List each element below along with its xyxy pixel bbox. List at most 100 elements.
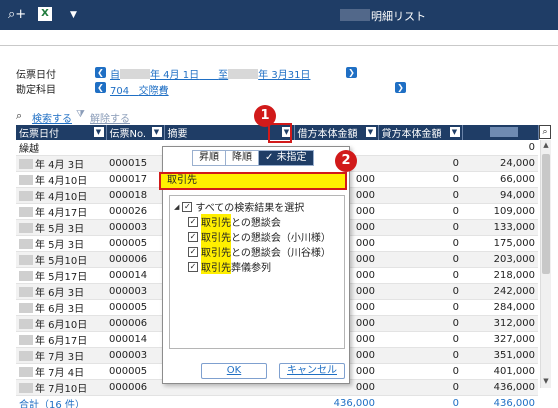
select-all-item[interactable]: ◢ ✓ すべての検索結果を選択 — [174, 199, 304, 214]
no-cell: 000003 — [106, 283, 164, 300]
year-mask — [19, 351, 33, 361]
date-cell: 年 7月 4日 — [16, 363, 106, 380]
checkbox-checked[interactable]: ✓ — [182, 201, 193, 212]
app-header: ⌕+ X ▼ 明細リスト — [0, 0, 558, 30]
date-from-prefix: 自 — [110, 70, 120, 81]
year-mask — [19, 303, 33, 313]
balance-cell: 401,000 — [462, 363, 538, 380]
filter-result-item[interactable]: ✓ 取引先 との懇談会（川谷様） — [188, 244, 331, 259]
date-cell: 年 6月 3日 — [16, 283, 106, 300]
chevron-right-icon[interactable]: ❯ — [395, 82, 406, 93]
column-header-balance[interactable] — [462, 125, 539, 140]
account-code: 704 — [110, 86, 130, 97]
date-separator: 至 — [218, 70, 229, 81]
date-cell: 年 6月 3日 — [16, 299, 106, 316]
sort-none-button[interactable]: ✓ 未指定 — [258, 150, 314, 166]
column-header-no[interactable]: 伝票No. ▼ — [106, 125, 165, 140]
excel-icon[interactable]: X — [38, 7, 52, 21]
balance-cell: 284,000 — [462, 299, 538, 316]
scroll-thumb[interactable] — [542, 154, 550, 274]
credit-cell: 0 — [378, 155, 462, 172]
sort-none-label: 未指定 — [276, 152, 307, 163]
date-text: 年 6月17日 — [35, 336, 88, 347]
account-link[interactable]: 704 交際費 — [110, 82, 169, 97]
total-label: 合計（16 件） — [16, 395, 106, 408]
item-label: との懇談会 — [231, 218, 281, 229]
date-from: 年 4月 1日 — [150, 70, 200, 81]
balance-cell: 351,000 — [462, 347, 538, 364]
dropdown-icon[interactable]: ▼ — [93, 127, 104, 137]
no-cell: 000005 — [106, 363, 164, 380]
dropdown-icon[interactable]: ▼ — [151, 127, 162, 137]
date-cell: 年 7月10日 — [16, 379, 106, 396]
dropdown-icon[interactable]: ▼ — [449, 127, 460, 137]
scroll-up-icon[interactable]: ▲ — [541, 140, 551, 150]
table-search-icon[interactable]: ⌕ — [539, 125, 551, 139]
search-button[interactable]: 検索する — [32, 110, 72, 125]
match-highlight: 取引先 — [201, 214, 231, 229]
column-header-credit[interactable]: 貸方本体金額 ▼ — [378, 125, 463, 140]
no-cell: 000003 — [106, 219, 164, 236]
date-range-link[interactable]: 自 年 4月 1日 至 年 3月31日 — [110, 66, 310, 81]
dropdown-icon[interactable]: ▼ — [365, 127, 376, 137]
filter-result-item[interactable]: ✓ 取引先 との懇談会 — [188, 214, 281, 229]
total-balance: 436,000 — [462, 395, 538, 408]
chevron-left-icon[interactable]: ❮ — [95, 82, 106, 93]
balance-cell: 203,000 — [462, 251, 538, 268]
credit-cell: 0 — [378, 251, 462, 268]
chevron-right-icon[interactable]: ❯ — [346, 67, 357, 78]
checkbox-checked[interactable]: ✓ — [188, 216, 198, 227]
column-header-debit[interactable]: 借方本体金額 ▼ — [294, 125, 379, 140]
date-cell: 年 5月10日 — [16, 251, 106, 268]
match-highlight: 取引先 — [201, 244, 231, 259]
total-row: 合計（16 件） 436,000 0 436,000 — [16, 395, 538, 408]
scroll-down-icon[interactable]: ▼ — [541, 376, 551, 386]
sub-bar — [0, 30, 558, 46]
year-mask — [19, 191, 33, 201]
header-mask — [489, 126, 518, 137]
cancel-button[interactable]: キャンセル — [279, 363, 345, 379]
credit-cell: 0 — [378, 267, 462, 284]
search-plus-icon[interactable]: ⌕+ — [8, 7, 26, 23]
date-text: 年 7月 4日 — [35, 368, 85, 379]
year-mask — [228, 69, 259, 79]
column-label: 摘要 — [167, 129, 188, 140]
date-text: 年 7月 3日 — [35, 352, 85, 363]
no-cell: 000017 — [106, 171, 164, 188]
date-text: 年 7月10日 — [35, 384, 88, 395]
ok-button[interactable]: OK — [201, 363, 267, 379]
clear-button[interactable]: 解除する — [90, 110, 130, 125]
checkbox-checked[interactable]: ✓ — [188, 246, 198, 257]
balance-cell: 312,000 — [462, 315, 538, 332]
carry-balance: 0 — [462, 140, 538, 156]
sort-asc-button[interactable]: 昇順 — [192, 150, 226, 166]
year-mask — [19, 335, 33, 345]
year-mask — [19, 255, 33, 265]
sort-desc-button[interactable]: 降順 — [225, 150, 259, 166]
balance-cell: 109,000 — [462, 203, 538, 220]
filter-result-list: ◢ ✓ すべての検索結果を選択 ✓ 取引先 との懇談会 ✓ 取引先 との懇談会（小川様） ✓… — [169, 195, 345, 349]
filter-result-item[interactable]: ✓ 取引先 葬儀参列 — [188, 259, 271, 274]
filter-search-input[interactable]: 取引先 — [159, 172, 347, 190]
no-cell: 000005 — [106, 235, 164, 252]
credit-cell: 0 — [378, 283, 462, 300]
table-scrollbar[interactable]: ▲ ▼ — [540, 140, 551, 388]
date-cell: 年 5月17日 — [16, 267, 106, 284]
total-empty — [164, 395, 294, 408]
callout-badge-2: 2 — [335, 150, 357, 172]
year-mask — [19, 367, 33, 377]
chevron-left-icon[interactable]: ❮ — [95, 67, 106, 78]
match-highlight: 取引先 — [201, 259, 231, 274]
tree-collapse-icon[interactable]: ◢ — [174, 203, 179, 211]
column-header-date[interactable]: 伝票日付 ▼ — [16, 125, 107, 140]
date-text: 年 4月17日 — [35, 208, 88, 219]
dropdown-caret-icon[interactable]: ▼ — [70, 7, 77, 23]
date-cell: 年 6月17日 — [16, 331, 106, 348]
credit-cell: 0 — [378, 171, 462, 188]
checkbox-checked[interactable]: ✓ — [188, 231, 198, 242]
checkbox-checked[interactable]: ✓ — [188, 261, 198, 272]
no-cell: 000014 — [106, 267, 164, 284]
balance-cell: 242,000 — [462, 283, 538, 300]
filter-result-item[interactable]: ✓ 取引先 との懇談会（小川様） — [188, 229, 331, 244]
filter-clear-icon: ⧩ — [76, 109, 85, 120]
